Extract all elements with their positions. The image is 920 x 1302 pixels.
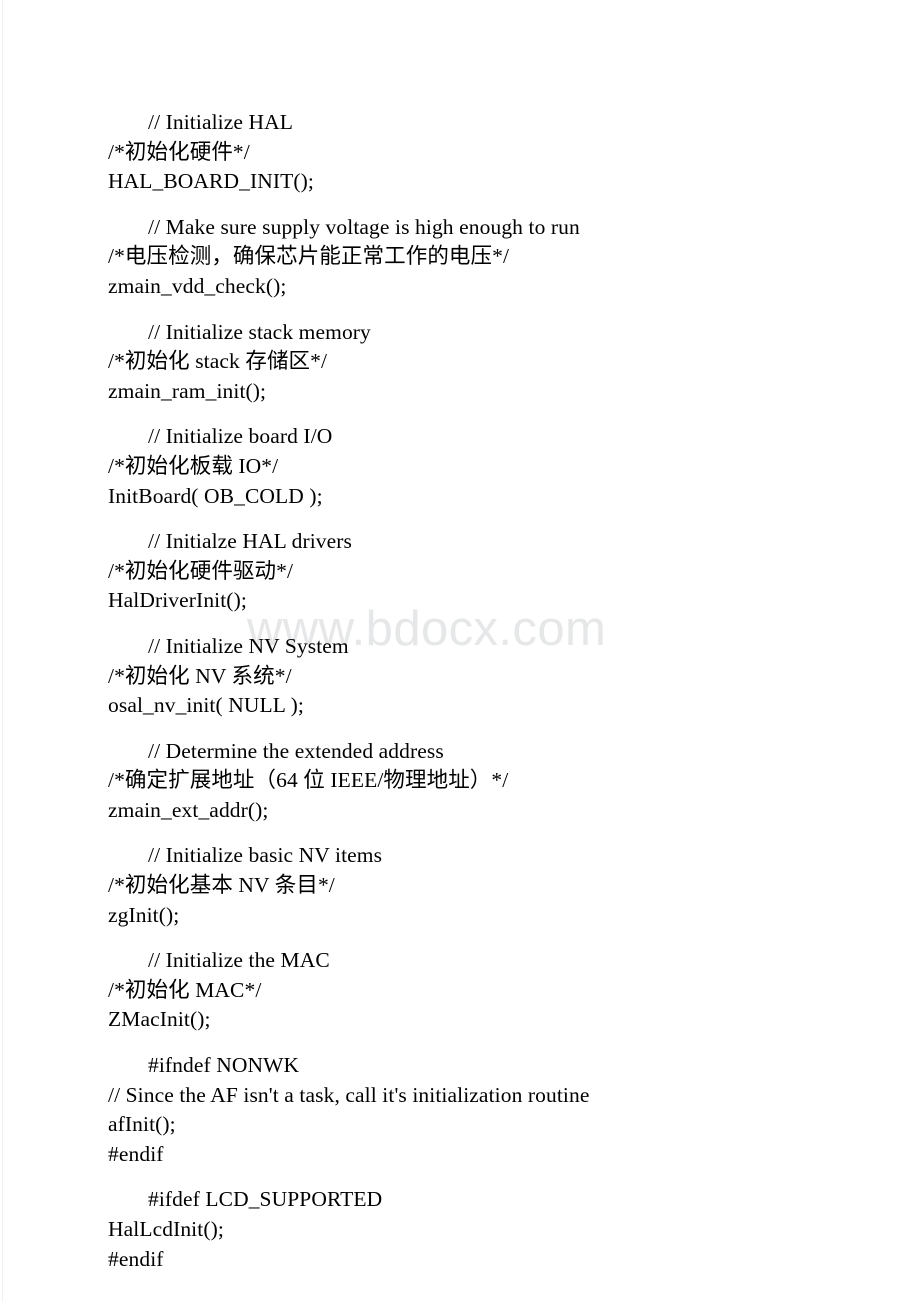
code-line: zmain_ext_addr(); (108, 797, 269, 822)
code-line: // Determine the extended address (148, 738, 444, 763)
code-line: /*电压检测，确保芯片能正常工作的电压*/ (108, 244, 510, 269)
code-line: #endif (108, 1141, 164, 1166)
code-line: // Initialize NV System (148, 633, 349, 658)
code-line: HalDriverInit(); (108, 588, 247, 613)
code-line: /*确定扩展地址（64 位 IEEE/物理地址）*/ (108, 768, 509, 793)
code-line: /*初始化硬件驱动*/ (108, 558, 294, 583)
page-left-margin-rule (2, 0, 3, 1302)
code-line: /*初始化板载 IO*/ (108, 453, 279, 478)
code-line: HAL_BOARD_INIT(); (108, 169, 314, 194)
code-line: ZMacInit(); (108, 1007, 211, 1032)
code-line: /*初始化基本 NV 条目*/ (108, 873, 335, 898)
code-line: InitBoard( OB_COLD ); (108, 483, 323, 508)
code-line: zgInit(); (108, 902, 180, 927)
code-line: // Make sure supply voltage is high enou… (148, 214, 580, 239)
document-page: www.bdocx.com // Initialize HAL/*初始化硬件*/… (0, 0, 920, 1302)
code-line: /*初始化 MAC*/ (108, 977, 262, 1002)
code-line: // Initialize HAL (148, 110, 293, 134)
code-line: // Initialize the MAC (148, 948, 330, 973)
code-line: #ifndef NONWK (148, 1053, 300, 1078)
code-line: #endif (108, 1246, 164, 1271)
code-line: // Initialize basic NV items (148, 843, 383, 868)
code-line: osal_nv_init( NULL ); (108, 693, 304, 718)
code-line: /*初始化 NV 系统*/ (108, 663, 292, 688)
source-code-block: // Initialize HAL /*初始化硬件*/ HAL_BOARD_INIT… (108, 108, 808, 1274)
code-line: afInit(); (108, 1112, 176, 1137)
code-line: /*初始化 stack 存储区*/ (108, 349, 328, 374)
code-line: // Initialize stack memory (148, 319, 371, 344)
code-line: // Since the AF isn't a task, call it's … (108, 1082, 590, 1107)
code-line: /*初始化硬件*/ (108, 139, 250, 164)
code-line: // Initialize board I/O (148, 424, 333, 449)
code-line: #ifdef LCD_SUPPORTED (148, 1187, 383, 1212)
code-line: HalLcdInit(); (108, 1217, 224, 1241)
code-line: // Initialze HAL drivers (148, 529, 352, 554)
code-line: zmain_ram_init(); (108, 378, 267, 403)
code-line: zmain_vdd_check(); (108, 273, 287, 298)
